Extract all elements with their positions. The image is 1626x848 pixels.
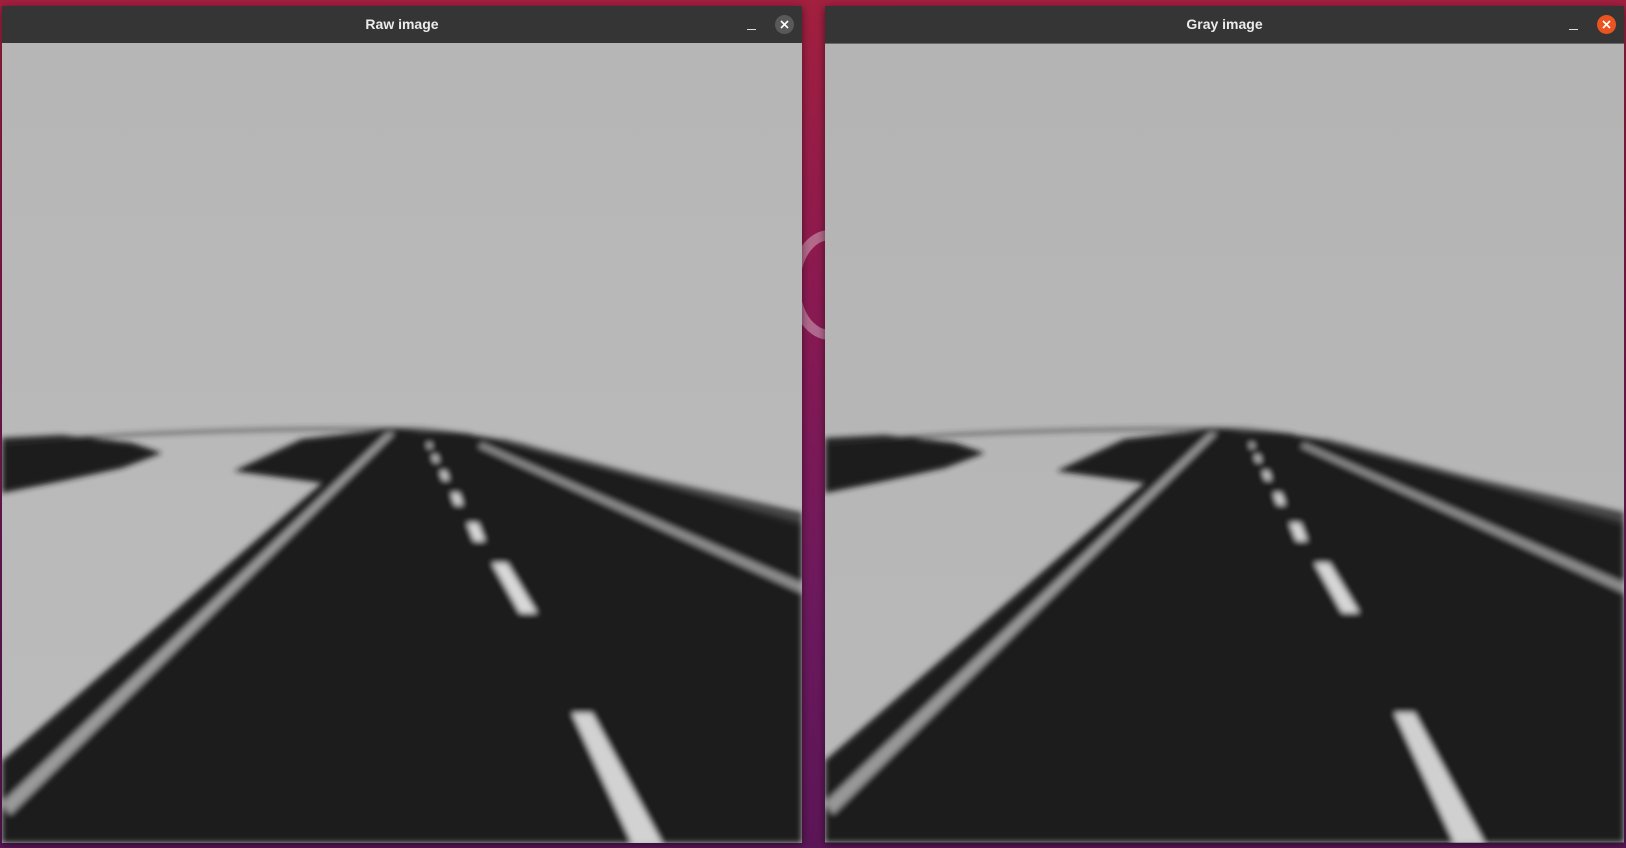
minimize-icon [1569, 29, 1578, 30]
image-canvas [2, 43, 802, 843]
gray-image-window[interactable]: Gray image [825, 6, 1624, 843]
window-title: Raw image [365, 16, 439, 32]
raw-image-window[interactable]: Raw image [2, 6, 802, 843]
close-button[interactable] [1597, 15, 1616, 34]
minimize-button[interactable] [742, 15, 762, 35]
titlebar[interactable]: Raw image [2, 6, 802, 43]
road-image [825, 43, 1624, 843]
desktop: Raw image Gray image [0, 0, 1626, 848]
image-canvas [825, 43, 1624, 843]
close-icon [780, 20, 789, 29]
close-icon [1602, 20, 1611, 29]
titlebar[interactable]: Gray image [825, 6, 1624, 43]
road-image [2, 43, 802, 843]
minimize-button[interactable] [1564, 15, 1584, 35]
minimize-icon [747, 29, 756, 30]
window-title: Gray image [1186, 16, 1263, 32]
close-button[interactable] [775, 15, 794, 34]
